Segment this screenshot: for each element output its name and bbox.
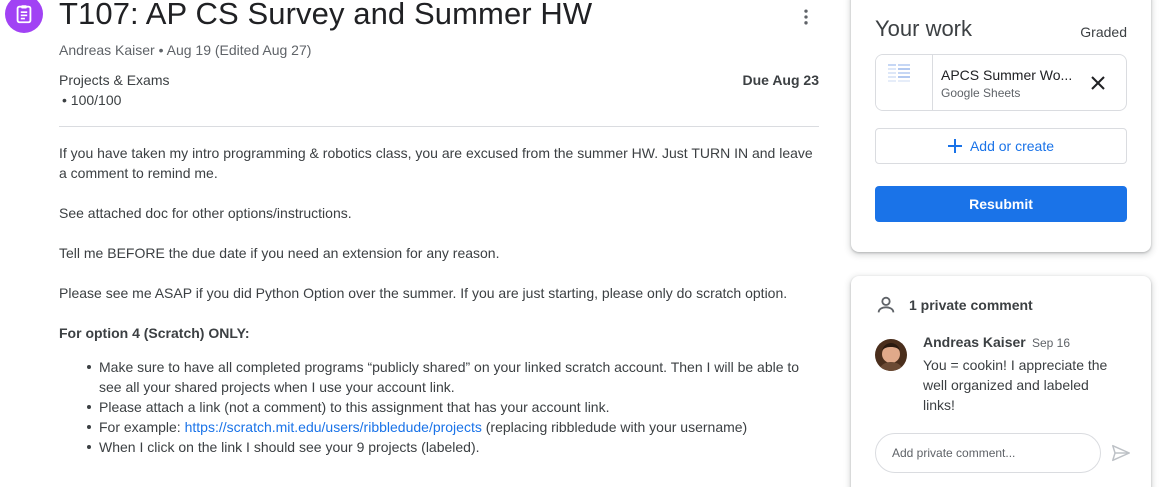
assignment-title: T107: AP CS Survey and Summer HW [59,0,593,31]
assignment-points: • 100/100 [62,92,122,108]
private-comments-count: 1 private comment [909,297,1033,313]
attachment-name[interactable]: APCS Summer Wo... [941,67,1076,83]
due-date: Due Aug 23 [742,72,820,88]
comment-text: You = cookin! I appreciate the well orga… [923,357,1108,413]
send-comment-button[interactable] [1107,439,1135,467]
description-paragraph: Tell me BEFORE the due date if you need … [59,245,500,261]
work-status: Graded [1080,24,1127,40]
add-or-create-label: Add or create [969,138,1055,154]
assignment-description: If you have taken my intro programming &… [59,143,819,457]
close-icon [1091,76,1105,90]
example-suffix: (replacing ribbledude with your username… [481,419,748,435]
sheets-thumbnail [876,55,933,110]
add-or-create-button[interactable]: Add or create [875,128,1127,164]
list-item: Please attach a link (not a comment) to … [87,397,819,417]
assignment-icon [5,0,43,33]
divider [59,126,819,127]
remove-attachment-button[interactable] [1084,69,1112,97]
instruction-list: Make sure to have all completed programs… [87,357,819,457]
description-paragraph: Please see me ASAP if you did Python Opt… [59,285,788,301]
private-comment-input[interactable] [875,433,1101,473]
avatar [875,339,907,371]
send-icon [1112,444,1130,462]
list-item: When I click on the link I should see yo… [87,437,819,457]
private-comments-header: 1 private comment [875,294,1033,316]
example-prefix: For example: [99,419,185,435]
example-link[interactable]: https://scratch.mit.edu/users/ribbledude… [185,419,482,435]
option-heading: For option 4 (Scratch) ONLY: [59,325,250,341]
attachment-card[interactable]: APCS Summer Wo... Google Sheets [875,54,1127,111]
list-item: For example: https://scratch.mit.edu/use… [87,417,819,437]
private-comments-card: 1 private comment Andreas Kaiser Sep 16 … [851,276,1151,487]
list-item: Make sure to have all completed programs… [87,357,819,397]
description-paragraph: See attached doc for other options/instr… [59,205,352,221]
comment-author: Andreas Kaiser [923,334,1026,350]
attachment-type: Google Sheets [941,86,1021,100]
assignment-meta: Andreas Kaiser • Aug 19 (Edited Aug 27) [59,42,312,58]
resubmit-button[interactable]: Resubmit [875,186,1127,222]
your-work-title: Your work [875,16,973,41]
comment-date: Sep 16 [1032,336,1071,350]
your-work-card: Your work Graded APCS Summer Wo... Googl… [851,0,1151,252]
description-paragraph: If you have taken my intro programming &… [59,145,813,181]
assignment-category: Projects & Exams [59,72,170,88]
more-vert-icon [804,9,808,25]
person-icon [877,296,895,313]
plus-icon [947,139,962,153]
more-options-button[interactable] [792,3,820,31]
